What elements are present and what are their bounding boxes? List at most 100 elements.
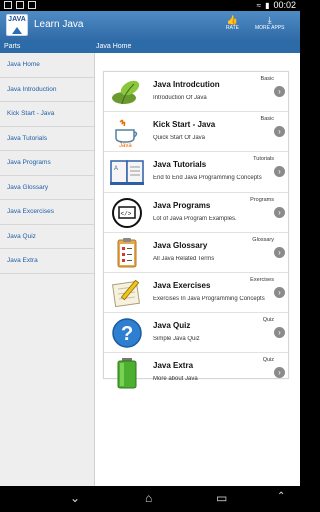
- sidebar-item-java-tutorials[interactable]: Java Tutorials: [0, 127, 94, 151]
- home-icon[interactable]: ⌂: [145, 491, 152, 505]
- item-title: Java Extra: [153, 361, 194, 371]
- item-tag: Exercises: [250, 276, 274, 283]
- status-bar: ≈ ▮ 00:02: [0, 0, 300, 11]
- sidebar-item-kick-start[interactable]: Kick Start - Java: [0, 102, 94, 127]
- item-description: Quick Start Of Java: [153, 135, 206, 142]
- sidebar-item-java-glossary[interactable]: Java Glossary: [0, 176, 94, 200]
- chevron-right-icon: ›: [274, 86, 285, 97]
- sidebar-item-label: Kick Start - Java: [7, 110, 55, 118]
- main-content: Java Introdcution Introduction Of Java B…: [95, 53, 300, 486]
- logo-triangle-icon: [12, 27, 22, 34]
- sidebar-item-label: Java Programs: [7, 159, 51, 167]
- item-title: Kick Start - Java: [153, 120, 216, 130]
- item-tag: Basic: [260, 116, 274, 123]
- book-icon: A: [110, 160, 144, 186]
- item-tag: Programs: [250, 196, 274, 203]
- back-icon[interactable]: ⌄: [70, 491, 80, 505]
- code-icon: </>: [112, 197, 142, 228]
- item-tag: Quiz: [262, 357, 274, 364]
- sidebar-item-label: Java Tutorials: [7, 134, 48, 142]
- rate-button[interactable]: 👍 RATE: [226, 15, 239, 31]
- item-title: Java Exercises: [153, 280, 211, 290]
- item-title: Java Introdcution: [153, 80, 220, 89]
- expand-icon[interactable]: ⌃: [277, 491, 285, 502]
- svg-text:?: ?: [121, 323, 133, 345]
- clock: 00:02: [273, 0, 296, 10]
- home-header: Java Home: [96, 43, 132, 50]
- notification-icon: [16, 1, 24, 9]
- more-apps-label: MORE APPS: [255, 25, 285, 31]
- notification-icon: [4, 1, 12, 9]
- item-description: Introduction Of Java: [153, 95, 207, 101]
- download-icon: ⤓: [267, 15, 272, 25]
- question-mark-icon: ?: [112, 318, 142, 348]
- sidebar-item-java-quiz[interactable]: Java Quiz: [0, 225, 94, 249]
- item-tag: Tutorials: [253, 156, 274, 163]
- list-item-java-introduction[interactable]: Java Introdcution Introduction Of Java B…: [104, 72, 288, 113]
- svg-text:</>: </>: [121, 210, 132, 217]
- item-title: Java Tutorials: [153, 160, 207, 170]
- item-title: Java Quiz: [153, 321, 191, 331]
- navigation-bar: ⌄ ⌂ ▭ ⌃: [0, 486, 300, 512]
- notepad-pencil-icon: [112, 279, 140, 308]
- item-tag: Basic: [260, 76, 274, 82]
- topics-list: Java Introdcution Introduction Of Java B…: [103, 71, 289, 389]
- item-title: Java Programs: [153, 200, 211, 210]
- item-description: Lot of Java Program Examples.: [153, 215, 237, 222]
- sidebar-item-java-excercises[interactable]: Java Excercises: [0, 200, 94, 225]
- list-item-java-extra[interactable]: Java Extra More about Java Quiz ›: [104, 353, 288, 393]
- leaf-icon: [112, 80, 140, 105]
- chevron-right-icon: ›: [274, 246, 285, 258]
- svg-text:Java: Java: [119, 143, 132, 148]
- item-description: More about Java: [153, 376, 198, 383]
- item-description: Exercises In Java Programming Concepts: [153, 295, 265, 302]
- list-item-java-tutorials[interactable]: A Java Tutorials End to End Java Program…: [104, 152, 288, 193]
- item-description: End to End Java Programming Concepts: [153, 175, 262, 182]
- parts-header: Parts: [4, 43, 21, 50]
- sidebar-item-label: Java Home: [7, 61, 40, 69]
- thumbs-up-icon: 👍: [226, 15, 239, 25]
- sidebar-item-java-extra[interactable]: Java Extra: [0, 249, 94, 274]
- chevron-right-icon: ›: [274, 367, 285, 379]
- sidebar-item-label: Java Introduction: [7, 85, 57, 93]
- chevron-right-icon: ›: [274, 206, 285, 218]
- sidebar-item-label: Java Excercises: [7, 208, 54, 216]
- section-header: Parts Java Home: [0, 41, 300, 53]
- sidebar-item-label: Java Glossary: [7, 183, 49, 191]
- item-description: All Java Related Terms: [153, 255, 215, 262]
- sidebar-item-java-home[interactable]: Java Home: [0, 53, 94, 78]
- list-item-java-exercises[interactable]: Java Exercises Exercises In Java Program…: [104, 273, 288, 314]
- list-item-java-programs[interactable]: </> Java Programs Lot of Java Program Ex…: [104, 193, 288, 233]
- sidebar-item-label: Java Quiz: [7, 232, 36, 240]
- app-logo[interactable]: JAVA: [6, 14, 28, 36]
- chevron-right-icon: ›: [274, 126, 285, 138]
- sidebar-item-label: Java Extra: [7, 257, 38, 265]
- system-icons: ≈ ▮ 00:02: [257, 0, 296, 10]
- list-item-kick-start[interactable]: Java Kick Start - Java Quick Start Of Ja…: [104, 112, 288, 153]
- rate-label: RATE: [226, 25, 239, 31]
- battery-icon: [117, 358, 137, 389]
- svg-text:A: A: [114, 166, 118, 172]
- item-title: Java Glossary: [153, 240, 208, 250]
- java-cup-icon: Java: [115, 119, 138, 148]
- app-title: Learn Java: [34, 19, 84, 30]
- chevron-right-icon: ›: [274, 166, 285, 178]
- notification-icon: [28, 1, 36, 9]
- app-bar: JAVA Learn Java 👍 RATE ⤓ MORE APPS: [0, 11, 300, 41]
- list-item-java-quiz[interactable]: ? Java Quiz Simple Java Quiz Quiz ›: [104, 313, 288, 354]
- chevron-right-icon: ›: [274, 286, 285, 298]
- item-tag: Glossary: [252, 236, 274, 243]
- app-logo-text: JAVA: [8, 16, 26, 23]
- list-item-java-glossary[interactable]: Java Glossary All Java Related Terms Glo…: [104, 233, 288, 273]
- item-tag: Quiz: [262, 317, 274, 324]
- recent-apps-icon[interactable]: ▭: [216, 491, 227, 505]
- sidebar-item-java-introduction[interactable]: Java Introduction: [0, 78, 94, 102]
- item-description: Simple Java Quiz: [153, 336, 200, 343]
- more-apps-button[interactable]: ⤓ MORE APPS: [255, 15, 284, 31]
- chevron-right-icon: ›: [274, 327, 285, 339]
- wifi-icon: ≈: [256, 0, 262, 10]
- notification-icons: [4, 1, 36, 9]
- battery-icon: ▮: [265, 0, 270, 10]
- sidebar-item-java-programs[interactable]: Java Programs: [0, 151, 94, 176]
- clipboard-icon: [117, 237, 137, 268]
